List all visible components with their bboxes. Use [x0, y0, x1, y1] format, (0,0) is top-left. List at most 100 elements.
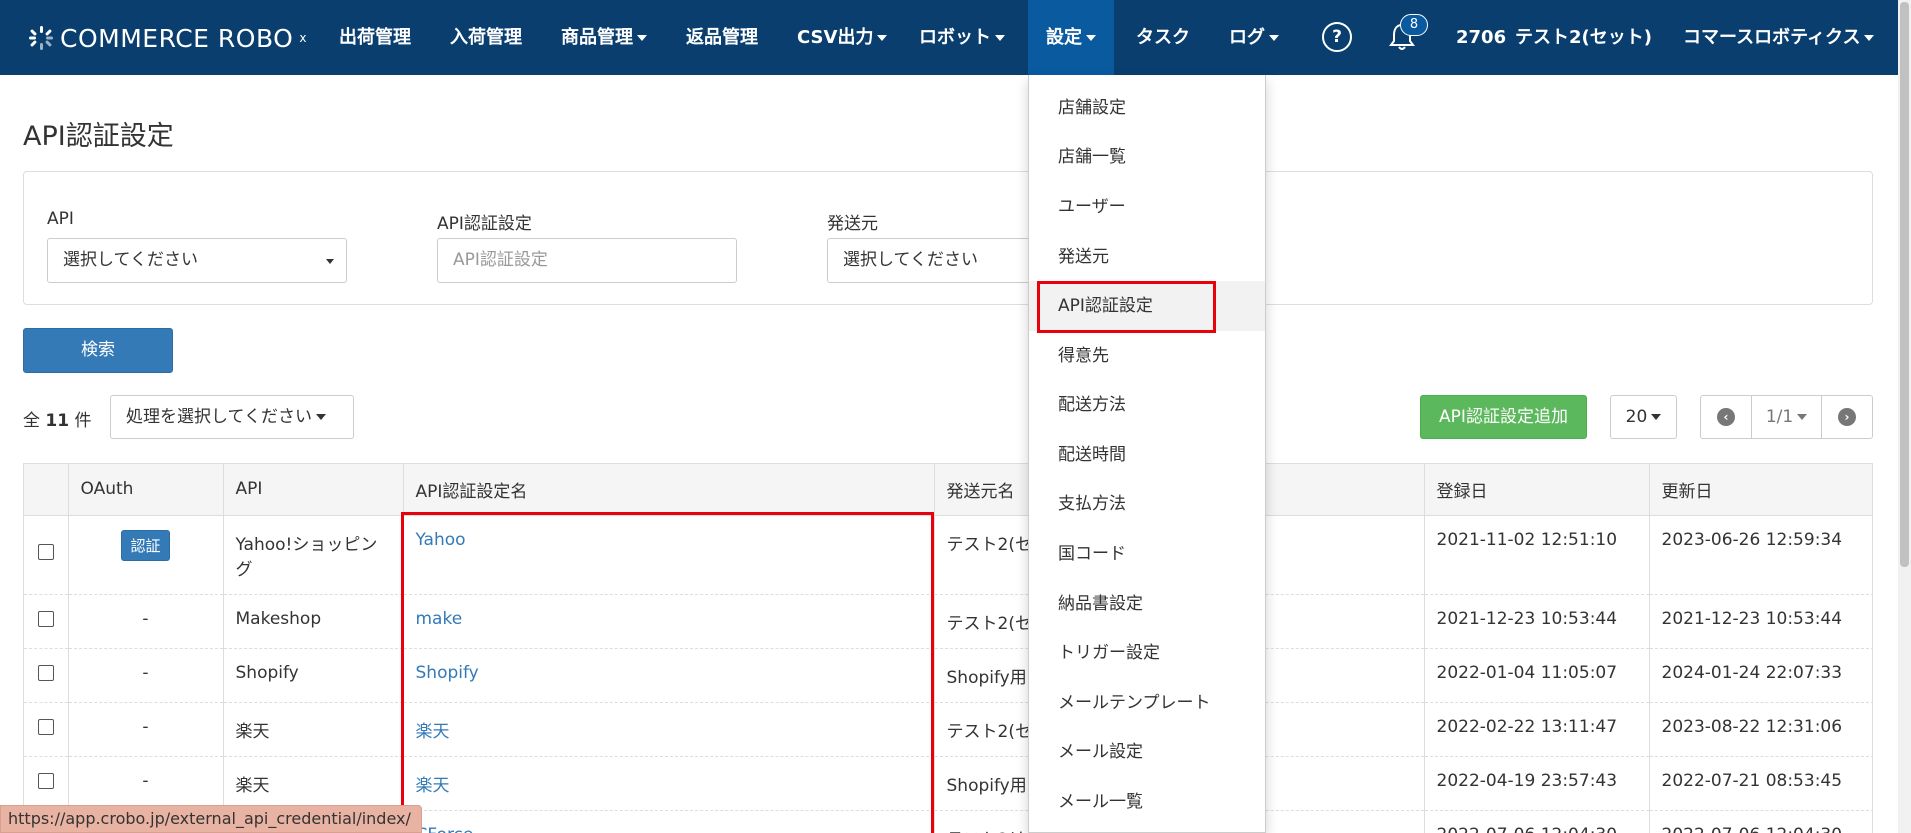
- sender-select[interactable]: 選択してください: [827, 238, 1057, 283]
- page-scrollbar[interactable]: [1898, 0, 1911, 833]
- prev-page-button[interactable]: ‹: [1701, 396, 1751, 438]
- menu-item-senders[interactable]: 発送元: [1029, 232, 1265, 282]
- menu-item-trigger-settings[interactable]: トリガー設定: [1029, 628, 1265, 678]
- menu-item-delivery-methods[interactable]: 配送方法: [1029, 380, 1265, 430]
- brand-logo[interactable]: COMMERCE ROBO x: [28, 18, 307, 58]
- created-cell: 2021-11-02 12:51:10: [1424, 514, 1650, 594]
- chevron-down-icon: [995, 35, 1005, 41]
- api-select[interactable]: 選択してください: [47, 238, 347, 283]
- created-cell: 2022-07-06 12:04:30: [1424, 809, 1650, 833]
- chevron-down-icon: [877, 35, 888, 41]
- page-title: API認証設定: [23, 121, 174, 152]
- chevron-down-icon: [637, 35, 647, 41]
- nav-returns[interactable]: 返品管理: [686, 0, 758, 75]
- page-select[interactable]: 1/1: [1751, 396, 1822, 438]
- row-checkbox-cell: [24, 755, 69, 810]
- scrollbar-thumb[interactable]: [1900, 2, 1909, 567]
- search-button[interactable]: 検索: [23, 328, 173, 373]
- row-checkbox[interactable]: [37, 772, 54, 789]
- chevron-down-icon: [1864, 35, 1875, 41]
- nav-robot[interactable]: ロボット: [919, 0, 1005, 75]
- chevron-left-icon: ‹: [1717, 408, 1735, 426]
- menu-item-delivery-times[interactable]: 配送時間: [1029, 430, 1265, 480]
- row-checkbox[interactable]: [37, 544, 54, 560]
- table-header-row: OAuth API API認証設定名 発送元名 登録日 更新日: [24, 464, 1872, 516]
- nav-robot-label: ロボット: [919, 27, 991, 48]
- shop-code: 2706: [1456, 27, 1507, 48]
- nav-receiving-label: 入荷管理: [450, 27, 522, 48]
- highlight-box-api-credentials-menu: [1037, 281, 1216, 333]
- menu-item-delivery-note-settings[interactable]: 納品書設定: [1029, 579, 1265, 629]
- chevron-right-icon: ›: [1838, 408, 1856, 426]
- account-menu[interactable]: コマースロボティクス: [1683, 0, 1875, 75]
- row-checkbox-cell: [24, 701, 69, 756]
- created-cell: 2022-04-19 23:57:43: [1424, 755, 1650, 810]
- notification-badge: 8: [1400, 14, 1428, 36]
- api-cell: Yahoo!ショッピング: [223, 514, 404, 594]
- row-checkbox[interactable]: [37, 610, 54, 627]
- api-cell: 楽天: [223, 701, 404, 756]
- menu-item-users[interactable]: ユーザー: [1029, 182, 1265, 232]
- next-page-button[interactable]: ›: [1822, 396, 1872, 438]
- menu-item-shop-settings[interactable]: 店舗設定: [1029, 83, 1265, 133]
- updated-cell: 2023-08-22 12:31:06: [1649, 701, 1872, 756]
- api-cell: Makeshop: [223, 593, 404, 648]
- api-filter-label: API: [47, 209, 74, 229]
- row-checkbox[interactable]: [37, 664, 54, 681]
- menu-item-customers[interactable]: 得意先: [1029, 331, 1265, 381]
- menu-item-mail-list[interactable]: メール一覧: [1029, 777, 1265, 827]
- menu-item-mail-templates[interactable]: メールテンプレート: [1029, 678, 1265, 728]
- credentials-table: OAuth API API認証設定名 発送元名 登録日 更新日 認証 Yahoo…: [23, 463, 1873, 833]
- nav-logs[interactable]: ログ: [1229, 0, 1279, 75]
- nav-shipping[interactable]: 出荷管理: [339, 0, 411, 75]
- pagination: ‹ 1/1 ›: [1700, 395, 1873, 439]
- header-oauth: OAuth: [68, 464, 224, 516]
- bulk-action-value: 処理を選択してください: [126, 407, 312, 427]
- per-page-select[interactable]: 20: [1610, 395, 1677, 439]
- header-created: 登録日: [1424, 464, 1650, 516]
- top-navbar: COMMERCE ROBO x 出荷管理 入荷管理 商品管理 返品管理 CSV出力…: [0, 0, 1898, 75]
- table-row: - Shopify Shopify Shopify用 2022-01-04 11…: [24, 647, 1872, 702]
- oauth-cell: -: [68, 593, 224, 648]
- menu-item-country-codes[interactable]: 国コード: [1029, 529, 1265, 579]
- table-row: - 楽天 楽天 Shopify用 2022-04-19 23:57:43 202…: [24, 755, 1872, 810]
- bulk-action-select[interactable]: 処理を選択してください: [110, 395, 354, 439]
- brand-name: COMMERCE ROBO: [60, 23, 294, 53]
- created-cell: 2022-01-04 11:05:07: [1424, 647, 1650, 702]
- header-updated: 更新日: [1649, 464, 1872, 516]
- api-cell: Shopify: [223, 647, 404, 702]
- row-checkbox[interactable]: [37, 718, 54, 735]
- oauth-authorize-button[interactable]: 認証: [121, 529, 170, 561]
- updated-cell: 2024-01-24 22:07:33: [1649, 647, 1872, 702]
- oauth-cell: 認証: [68, 514, 224, 594]
- chevron-down-icon: [1269, 35, 1279, 41]
- menu-item-mail-settings[interactable]: メール設定: [1029, 727, 1265, 777]
- nav-csv-export[interactable]: CSV出力: [797, 0, 888, 75]
- created-cell: 2021-12-23 10:53:44: [1424, 593, 1650, 648]
- menu-item-payment-methods[interactable]: 支払方法: [1029, 479, 1265, 529]
- count-value: 11: [45, 411, 70, 431]
- header-checkbox-cell: [24, 464, 69, 516]
- menu-item-shop-list[interactable]: 店舗一覧: [1029, 132, 1265, 182]
- nav-products[interactable]: 商品管理: [561, 0, 647, 75]
- row-checkbox-cell: [24, 593, 69, 648]
- count-prefix: 全: [23, 411, 40, 431]
- nav-settings[interactable]: 設定: [1028, 0, 1114, 75]
- nav-receiving[interactable]: 入荷管理: [450, 0, 522, 75]
- nav-csv-export-label: CSV出力: [797, 27, 874, 48]
- chevron-down-icon: [1651, 414, 1662, 420]
- add-credential-button[interactable]: API認証設定追加: [1420, 395, 1587, 439]
- highlight-box-credential-column: [401, 512, 934, 833]
- row-checkbox-cell: [24, 514, 69, 594]
- updated-cell: 2022-07-21 08:53:45: [1649, 755, 1872, 810]
- oauth-cell: -: [68, 701, 224, 756]
- updated-cell: 2022-07-06 12:04:30: [1649, 809, 1872, 833]
- brand-sup: x: [299, 31, 307, 45]
- nav-logs-label: ログ: [1229, 27, 1265, 48]
- table-row: - Makeshop make テスト2(セ 2021-12-23 10:53:…: [24, 593, 1872, 648]
- count-suffix: 件: [74, 411, 92, 431]
- settings-dropdown-menu: 店舗設定 店舗一覧 ユーザー 発送元 API認証設定 得意先 配送方法 配送時間…: [1028, 75, 1266, 833]
- nav-tasks[interactable]: タスク: [1136, 0, 1190, 75]
- question-circle-icon[interactable]: ?: [1322, 22, 1352, 52]
- credential-name-input[interactable]: API認証設定: [437, 238, 737, 283]
